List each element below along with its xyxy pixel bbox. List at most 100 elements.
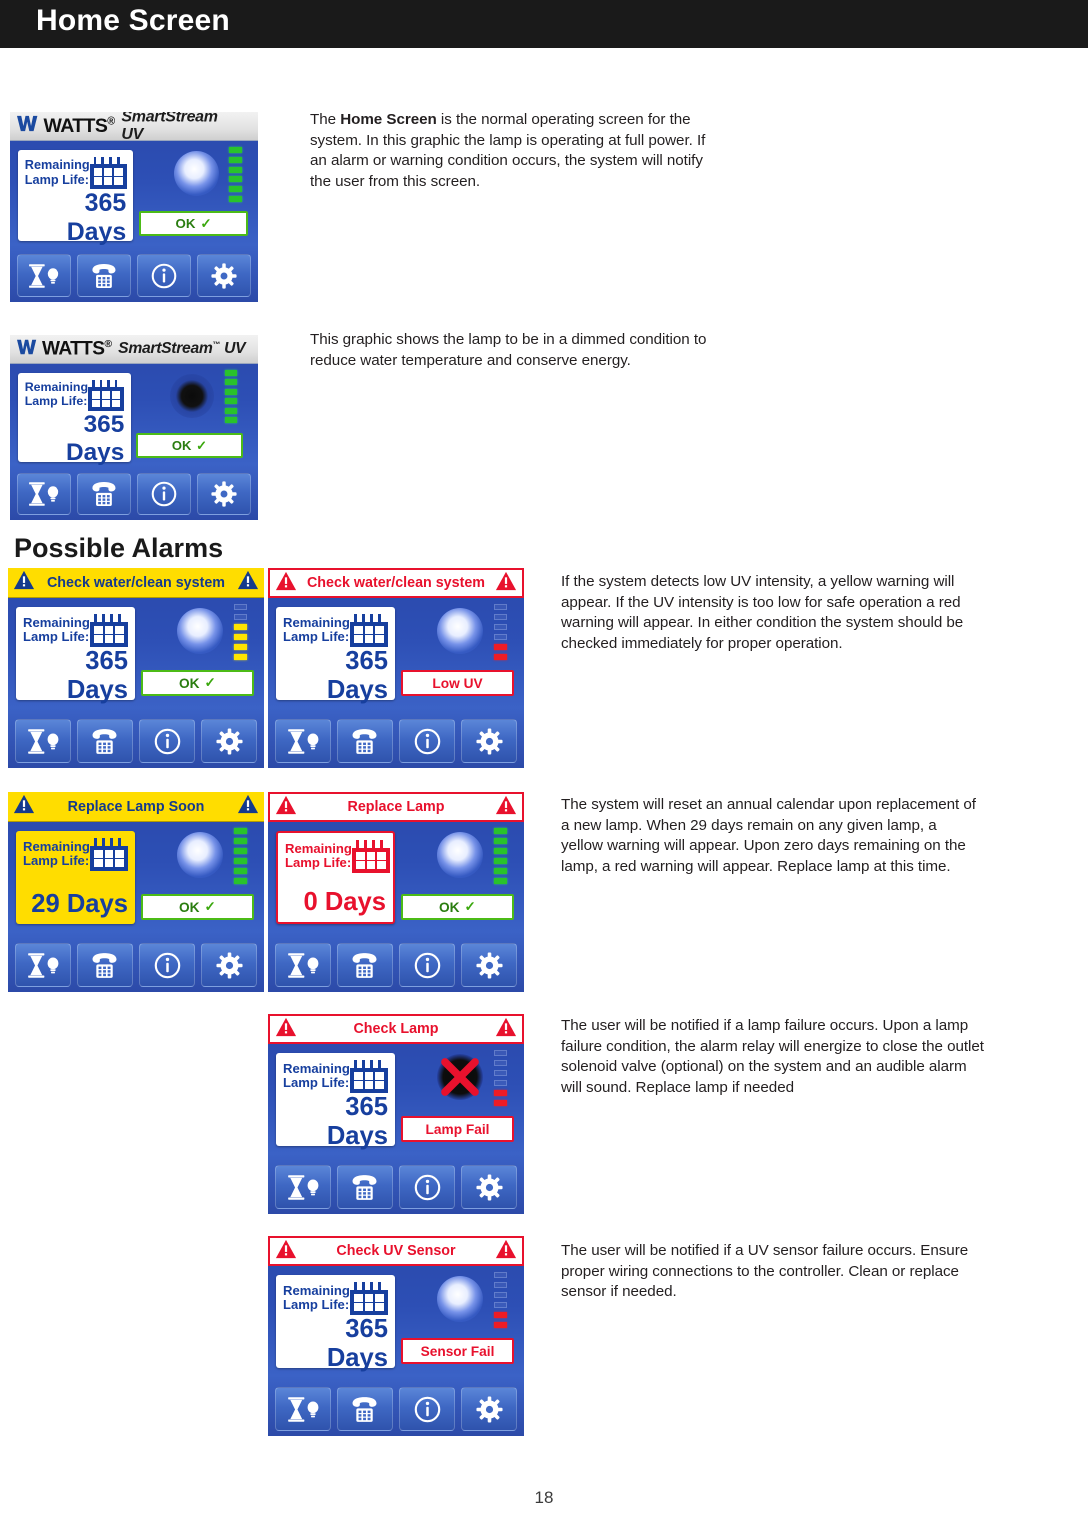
remaining-lamp-life-panel: Remaining Lamp Life: 365 Days	[18, 150, 133, 246]
check-mark-icon: ✓	[464, 899, 476, 914]
uv-intensity-meter	[234, 828, 247, 884]
gear-icon-button[interactable]	[460, 719, 518, 763]
alarm-banner: Check Lamp	[268, 1014, 524, 1044]
uv-intensity-meter	[234, 604, 247, 660]
gear-icon-button[interactable]	[196, 254, 252, 297]
hourglass-lamp-icon-button[interactable]	[14, 719, 72, 763]
manual-page: Home Screen WATTS® SmartStream™ UV Remaini…	[0, 0, 1088, 1514]
hourglass-lamp-icon-button[interactable]	[274, 1387, 332, 1431]
uv-intensity-led	[494, 1322, 507, 1328]
uv-intensity-led	[229, 195, 242, 202]
product-name: SmartStream™ UV	[121, 112, 226, 144]
status-text: OK	[438, 899, 460, 915]
device-screen-alarm-replace-lamp-soon[interactable]: Replace Lamp Soon Remaining Lamp Life: 29 D…	[8, 792, 264, 992]
alarm-banner-text: Check UV Sensor	[336, 1243, 456, 1259]
lamp-status-indicator	[437, 832, 483, 878]
product-name: SmartStream™ UV	[118, 339, 246, 358]
device-screen-home-screen-dimmed[interactable]: WATTS® SmartStream™ UV Remaining Lamp Life:…	[10, 335, 258, 520]
alarm-banner-text: Replace Lamp Soon	[67, 798, 205, 815]
navigation-icon-row	[268, 719, 524, 763]
hourglass-lamp-icon-button[interactable]	[274, 719, 332, 763]
telephone-icon-button[interactable]	[76, 254, 132, 297]
info-icon-button[interactable]	[398, 943, 456, 987]
remaining-lamp-life-label: Remaining Lamp Life:	[283, 614, 350, 645]
info-icon-button[interactable]	[398, 719, 456, 763]
calendar-icon	[350, 1282, 388, 1315]
status-indicator[interactable]: OK ✓	[141, 670, 254, 696]
uv-intensity-led	[494, 1070, 507, 1076]
status-indicator[interactable]: OK ✓	[141, 894, 254, 920]
status-indicator[interactable]: OK ✓	[136, 433, 243, 458]
section-heading-possible-alarms: Possible Alarms	[14, 533, 224, 563]
status-text: OK	[178, 899, 200, 915]
uv-intensity-led	[494, 644, 507, 650]
watts-wordmark: WATTS®	[41, 337, 112, 360]
uv-intensity-led	[494, 614, 507, 620]
info-icon-button[interactable]	[398, 1387, 456, 1431]
hourglass-lamp-icon-button[interactable]	[274, 1165, 332, 1209]
device-screen-home-screen-full-power[interactable]: WATTS® SmartStream™ UV Remaining Lamp Life:…	[10, 112, 258, 302]
hourglass-lamp-icon-button[interactable]	[16, 254, 72, 297]
telephone-icon-button[interactable]	[76, 473, 132, 515]
hourglass-lamp-icon-button[interactable]	[16, 473, 72, 515]
device-screen-alarm-check-water-clean-system-warning[interactable]: Check water/clean system Remaining Lamp Li…	[8, 568, 264, 768]
remaining-lamp-life-panel: Remaining Lamp Life: 365 Days	[276, 1275, 395, 1372]
gear-icon-button[interactable]	[200, 943, 258, 987]
paragraph-check-lamp: The user will be notified if a lamp fail…	[561, 1017, 984, 1096]
navigation-icon-row	[268, 1387, 524, 1431]
telephone-icon-button[interactable]	[336, 1387, 394, 1431]
check-mark-icon: ✓	[204, 899, 216, 914]
uv-intensity-led	[234, 624, 247, 630]
lamp-status-indicator	[177, 608, 223, 654]
device-screen-alarm-replace-lamp[interactable]: Replace Lamp Remaining Lamp Life: 0 Days OK ✓	[268, 792, 524, 992]
gear-icon-button[interactable]	[460, 943, 518, 987]
alarm-banner: Replace Lamp	[268, 792, 524, 822]
info-icon-button[interactable]	[136, 473, 192, 515]
gear-icon-button[interactable]	[460, 1165, 518, 1209]
uv-intensity-led	[494, 878, 507, 884]
telephone-icon-button[interactable]	[336, 719, 394, 763]
uv-intensity-meter	[494, 1272, 507, 1328]
uv-intensity-led	[494, 1282, 507, 1288]
status-indicator[interactable]: Low UV	[401, 670, 514, 696]
status-indicator[interactable]: OK ✓	[401, 894, 514, 920]
telephone-icon-button[interactable]	[76, 943, 134, 987]
remaining-lamp-life-panel: Remaining Lamp Life: 365 Days	[18, 373, 131, 466]
hourglass-lamp-icon-button[interactable]	[274, 943, 332, 987]
status-indicator[interactable]: OK ✓	[139, 211, 248, 236]
watts-logo-mark	[17, 115, 43, 137]
telephone-icon-button[interactable]	[336, 943, 394, 987]
gear-icon-button[interactable]	[200, 719, 258, 763]
uv-intensity-led	[494, 828, 507, 834]
uv-intensity-led	[494, 1050, 507, 1056]
remaining-lamp-life-label: Remaining Lamp Life:	[285, 840, 352, 871]
navigation-icon-row	[10, 473, 258, 515]
info-icon-button[interactable]	[138, 719, 196, 763]
watts-logo-mark	[17, 339, 41, 360]
status-indicator[interactable]: Lamp Fail	[401, 1116, 514, 1142]
telephone-icon-button[interactable]	[336, 1165, 394, 1209]
hourglass-lamp-icon-button[interactable]	[14, 943, 72, 987]
gear-icon-button[interactable]	[196, 473, 252, 515]
telephone-icon-button[interactable]	[76, 719, 134, 763]
remaining-lamp-life-value: 365 Days	[66, 646, 128, 704]
navigation-icon-row	[8, 719, 264, 763]
calendar-icon	[351, 840, 390, 873]
device-screen-alarm-check-uv-sensor[interactable]: Check UV Sensor Remaining Lamp Life: 365 Da…	[268, 1236, 524, 1436]
gear-icon-button[interactable]	[460, 1387, 518, 1431]
status-indicator[interactable]: Sensor Fail	[401, 1338, 514, 1364]
warning-triangle-icon-right	[495, 570, 517, 597]
status-text: Sensor Fail	[420, 1343, 495, 1359]
device-screen-alarm-check-water-clean-system-alarm[interactable]: Check water/clean system Remaining Lamp Li…	[268, 568, 524, 768]
info-icon-button[interactable]	[398, 1165, 456, 1209]
info-icon-button[interactable]	[138, 943, 196, 987]
navigation-icon-row	[10, 254, 258, 297]
alarm-banner-text: Check water/clean system	[306, 575, 485, 591]
calendar-icon	[350, 614, 388, 647]
uv-intensity-led	[494, 1312, 507, 1318]
remaining-lamp-life-value: 365 Days	[66, 188, 127, 246]
remaining-lamp-life-label: Remaining Lamp Life:	[283, 1060, 350, 1091]
info-icon-button[interactable]	[136, 254, 192, 297]
uv-intensity-led	[234, 838, 247, 844]
device-screen-alarm-check-lamp[interactable]: Check Lamp Remaining Lamp Life: 365 Days Lam…	[268, 1014, 524, 1214]
